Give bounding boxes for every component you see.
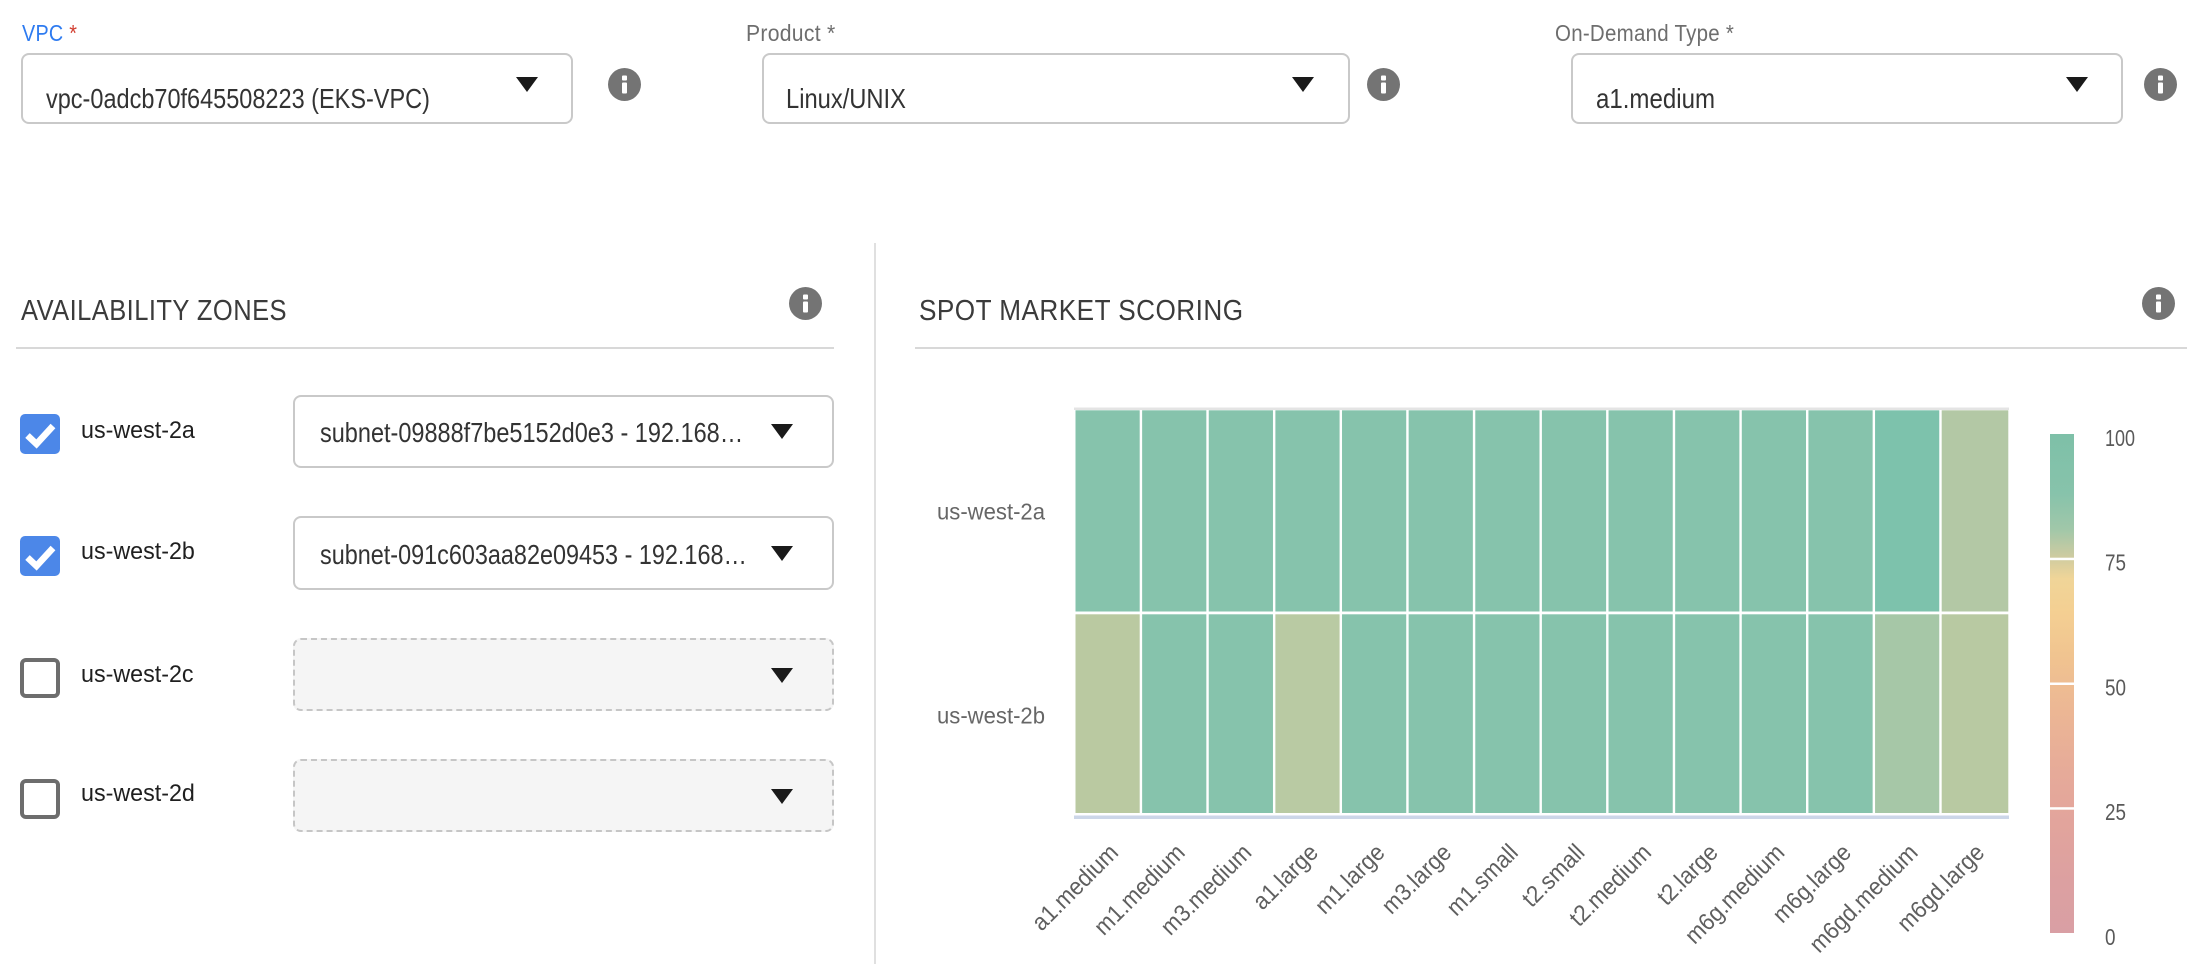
- svg-text:m3.large: m3.large: [1377, 839, 1457, 919]
- svg-text:m1.small: m1.small: [1441, 839, 1523, 921]
- svg-text:us-west-2b: us-west-2b: [937, 703, 1045, 729]
- svg-text:100: 100: [2105, 425, 2135, 451]
- svg-text:0: 0: [2105, 924, 2116, 950]
- svg-text:75: 75: [2105, 550, 2126, 576]
- svg-text:50: 50: [2105, 674, 2126, 700]
- svg-text:25: 25: [2105, 799, 2126, 825]
- svg-text:us-west-2a: us-west-2a: [937, 499, 1045, 525]
- svg-text:m1.large: m1.large: [1310, 839, 1390, 919]
